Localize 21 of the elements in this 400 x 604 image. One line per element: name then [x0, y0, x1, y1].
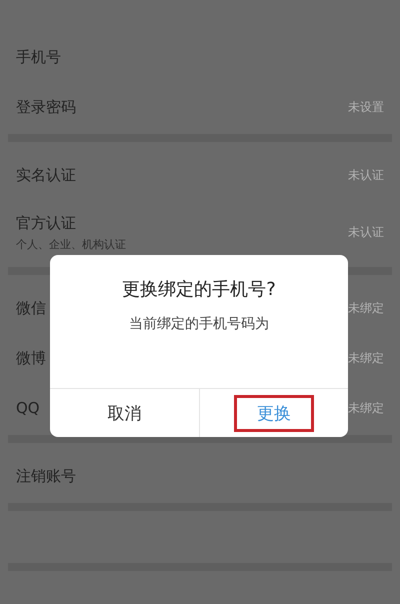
row-label: 登录密码	[16, 98, 76, 116]
row-label: 官方认证	[16, 214, 77, 232]
settings-row[interactable]: 手机号	[0, 32, 400, 82]
row-label: 实名认证	[16, 166, 76, 184]
dialog-message: 当前绑定的手机号码为	[129, 315, 269, 333]
row-value: 未绑定	[348, 300, 384, 316]
row-value: 未认证	[348, 166, 384, 184]
settings-row[interactable]: 实名认证 未认证	[0, 150, 400, 200]
row-label: 微博	[16, 348, 46, 368]
row-value: 未绑定	[348, 350, 384, 366]
cancel-button[interactable]: 取消	[84, 394, 164, 432]
row-label: 手机号	[16, 48, 61, 66]
settings-row[interactable]: 注销账号	[0, 451, 400, 501]
row-value: 未认证	[348, 224, 384, 241]
row-label: 微信	[16, 298, 46, 318]
dialog-title: 更换绑定的手机号?	[122, 278, 276, 301]
confirm-button[interactable]: 更换	[234, 394, 314, 432]
row-value: 未设置	[348, 98, 384, 116]
row-label: 注销账号	[16, 466, 76, 486]
settings-row[interactable]: 登录密码 未设置	[0, 82, 400, 132]
row-sublabel: 个人、企业、机构认证	[16, 236, 126, 252]
